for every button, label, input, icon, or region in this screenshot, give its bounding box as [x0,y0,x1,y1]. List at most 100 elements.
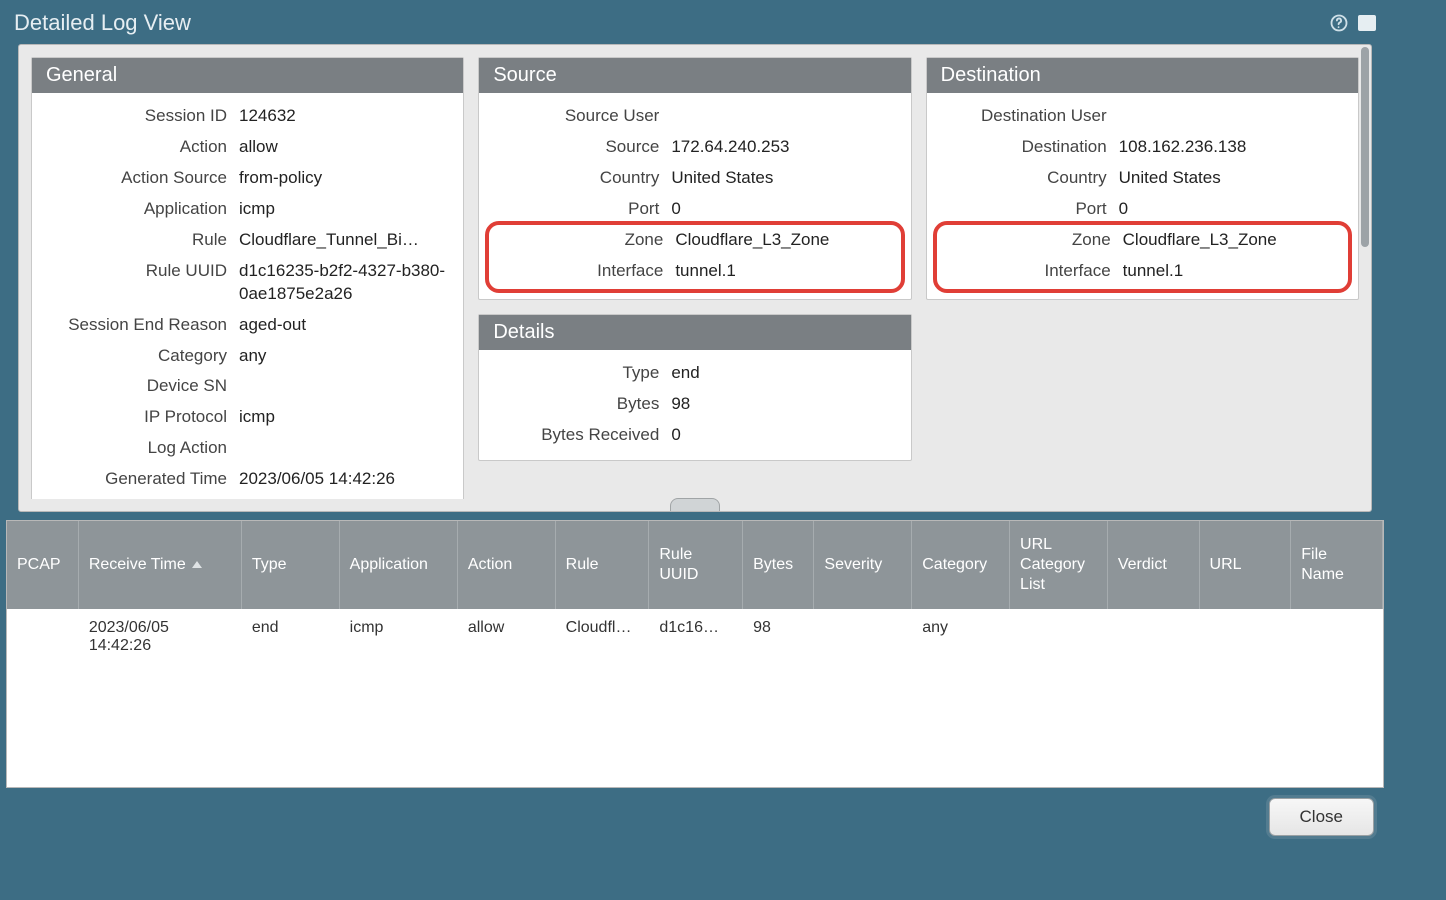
details-panel-header: Details [479,315,910,350]
close-button[interactable]: Close [1269,798,1374,836]
label-source-country: Country [491,167,671,190]
cell-application: icmp [339,609,457,665]
titlebar: Detailed Log View [0,0,1390,44]
cell-action: allow [457,609,555,665]
label-action-source: Action Source [44,167,239,190]
label-application: Application [44,198,239,221]
cell-pcap [7,609,78,665]
value-action-source: from-policy [239,167,451,190]
value-session-id: 124632 [239,105,451,128]
cell-bytes: 98 [743,609,814,665]
value-source-zone: Cloudflare_L3_Zone [675,229,894,252]
label-destination-country: Country [939,167,1119,190]
label-destination-zone: Zone [943,229,1123,252]
cell-receive-time: 2023/06/05 14:42:26 [78,609,241,665]
col-rule[interactable]: Rule [555,521,649,609]
value-destination: 108.162.236.138 [1119,136,1346,159]
col-severity[interactable]: Severity [814,521,912,609]
label-action: Action [44,136,239,159]
cell-category: any [912,609,1010,665]
label-generated-time: Generated Time [44,468,239,491]
label-rule: Rule [44,229,239,252]
table-row[interactable]: 2023/06/05 14:42:26 end icmp allow Cloud… [7,609,1383,665]
value-destination-interface: tunnel.1 [1123,260,1342,283]
value-source-interface: tunnel.1 [675,260,894,283]
label-session-id: Session ID [44,105,239,128]
splitter-handle[interactable] [670,498,720,512]
value-source-country: United States [671,167,898,190]
cell-type: end [241,609,339,665]
col-action[interactable]: Action [457,521,555,609]
col-verdict[interactable]: Verdict [1107,521,1199,609]
value-ip-protocol: icmp [239,406,451,429]
col-url[interactable]: URL [1199,521,1291,609]
value-source: 172.64.240.253 [671,136,898,159]
label-destination-interface: Interface [943,260,1123,283]
value-destination-port: 0 [1119,198,1346,221]
value-type: end [671,362,898,385]
cell-rule-uuid: d1c16… [649,609,743,665]
general-panel-header: General [32,58,463,93]
label-device-sn: Device SN [44,375,239,398]
cell-url [1199,609,1291,665]
value-source-port: 0 [671,198,898,221]
detailed-log-view-window: Detailed Log View General Session ID1246… [0,0,1390,860]
general-panel: General Session ID124632 Actionallow Act… [31,57,464,499]
col-url-category-list[interactable]: URL Category List [1010,521,1108,609]
titlebar-icons [1328,12,1376,34]
cell-verdict [1107,609,1199,665]
footer: Close [0,788,1390,836]
source-panel-header: Source [479,58,910,93]
value-bytes-received: 0 [671,424,898,447]
value-bytes: 98 [671,393,898,416]
label-ip-protocol: IP Protocol [44,406,239,429]
value-category: any [239,345,451,368]
label-destination: Destination [939,136,1119,159]
label-rule-uuid: Rule UUID [44,260,239,283]
label-destination-port: Port [939,198,1119,221]
label-source: Source [491,136,671,159]
log-grid: PCAP Receive Time Type Application Actio… [6,520,1384,788]
label-source-port: Port [491,198,671,221]
value-action: allow [239,136,451,159]
cell-url-category-list [1010,609,1108,665]
destination-panel: Destination Destination User Destination… [926,57,1359,300]
cell-severity [814,609,912,665]
col-type[interactable]: Type [241,521,339,609]
value-destination-zone: Cloudflare_L3_Zone [1123,229,1342,252]
grid-header-row: PCAP Receive Time Type Application Actio… [7,521,1383,609]
source-zone-highlight: ZoneCloudflare_L3_Zone Interfacetunnel.1 [485,221,904,293]
details-panels-area: General Session ID124632 Actionallow Act… [18,44,1372,512]
cell-rule: Cloudfl… [555,609,649,665]
destination-panel-header: Destination [927,58,1358,93]
window-toggle-icon[interactable] [1358,15,1376,31]
label-source-interface: Interface [495,260,675,283]
col-file-name[interactable]: File Name [1291,521,1383,609]
details-panel: Details Typeend Bytes98 Bytes Received0 [478,314,911,462]
window-title: Detailed Log View [14,10,191,36]
label-type: Type [491,362,671,385]
value-rule: Cloudflare_Tunnel_Bi… [239,229,451,252]
label-source-user: Source User [491,105,671,128]
label-source-zone: Zone [495,229,675,252]
label-bytes-received: Bytes Received [491,424,671,447]
value-rule-uuid: d1c16235-b2f2-4327-b380-0ae1875e2a26 [239,260,451,306]
col-pcap[interactable]: PCAP [7,521,78,609]
col-category[interactable]: Category [912,521,1010,609]
label-log-action: Log Action [44,437,239,460]
col-bytes[interactable]: Bytes [743,521,814,609]
col-application[interactable]: Application [339,521,457,609]
label-session-end-reason: Session End Reason [44,314,239,337]
value-session-end-reason: aged-out [239,314,451,337]
label-destination-user: Destination User [939,105,1119,128]
panels-scrollbar[interactable] [1359,47,1369,509]
col-receive-time[interactable]: Receive Time [78,521,241,609]
source-panel: Source Source User Source172.64.240.253 … [478,57,911,300]
value-application: icmp [239,198,451,221]
col-rule-uuid[interactable]: Rule UUID [649,521,743,609]
label-category: Category [44,345,239,368]
help-icon[interactable] [1328,12,1350,34]
destination-zone-highlight: ZoneCloudflare_L3_Zone Interfacetunnel.1 [933,221,1352,293]
value-generated-time: 2023/06/05 14:42:26 [239,468,451,491]
value-destination-country: United States [1119,167,1346,190]
